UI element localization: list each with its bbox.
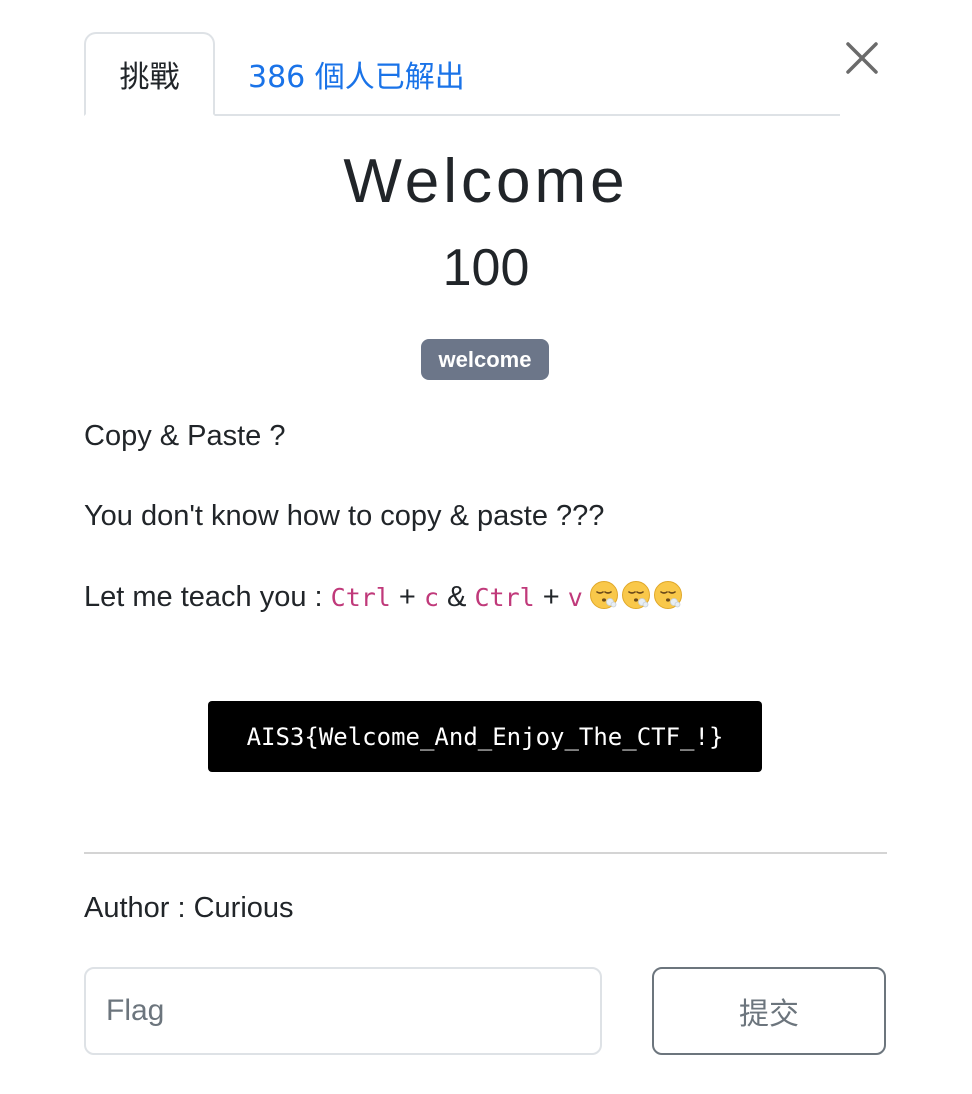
author-text: Author : Curious xyxy=(84,892,294,924)
challenge-modal: 挑戰 386 個人已解出 Welcome 100 welcome Copy & … xyxy=(0,0,972,1094)
inline-code-c: c xyxy=(423,583,439,612)
challenge-tag: welcome xyxy=(421,339,549,380)
amp-text: & xyxy=(439,581,475,613)
tab-solves[interactable]: 386 個人已解出 xyxy=(232,32,481,116)
inline-code-v: v xyxy=(567,583,583,612)
emoji-group xyxy=(589,581,685,613)
description-line: Copy & Paste ? xyxy=(84,420,286,452)
inline-code-ctrl: Ctrl xyxy=(474,583,535,612)
plus-text: + xyxy=(534,581,568,613)
exhaling-face-emoji-icon xyxy=(653,581,682,609)
description-text: Let me teach you : xyxy=(84,581,331,613)
challenge-name: Welcome xyxy=(343,147,629,216)
exhaling-face-emoji-icon xyxy=(621,581,650,609)
description-line: Let me teach you : Ctrl + c & Ctrl + v xyxy=(84,580,685,614)
exhaling-face-emoji-icon xyxy=(589,581,618,609)
tab-challenge[interactable]: 挑戰 xyxy=(84,32,215,116)
flag-input[interactable] xyxy=(84,967,602,1055)
divider xyxy=(84,852,887,854)
tab-bar: 挑戰 386 個人已解出 xyxy=(84,32,840,116)
description-line: You don't know how to copy & paste ??? xyxy=(84,500,605,532)
close-icon[interactable] xyxy=(842,38,882,78)
plus-text: + xyxy=(390,581,424,613)
inline-code-ctrl: Ctrl xyxy=(330,583,391,612)
submit-button[interactable]: 提交 xyxy=(652,967,886,1055)
challenge-value: 100 xyxy=(442,239,530,297)
flag-code-block: AIS3{Welcome_And_Enjoy_The_CTF_!} xyxy=(208,701,762,772)
